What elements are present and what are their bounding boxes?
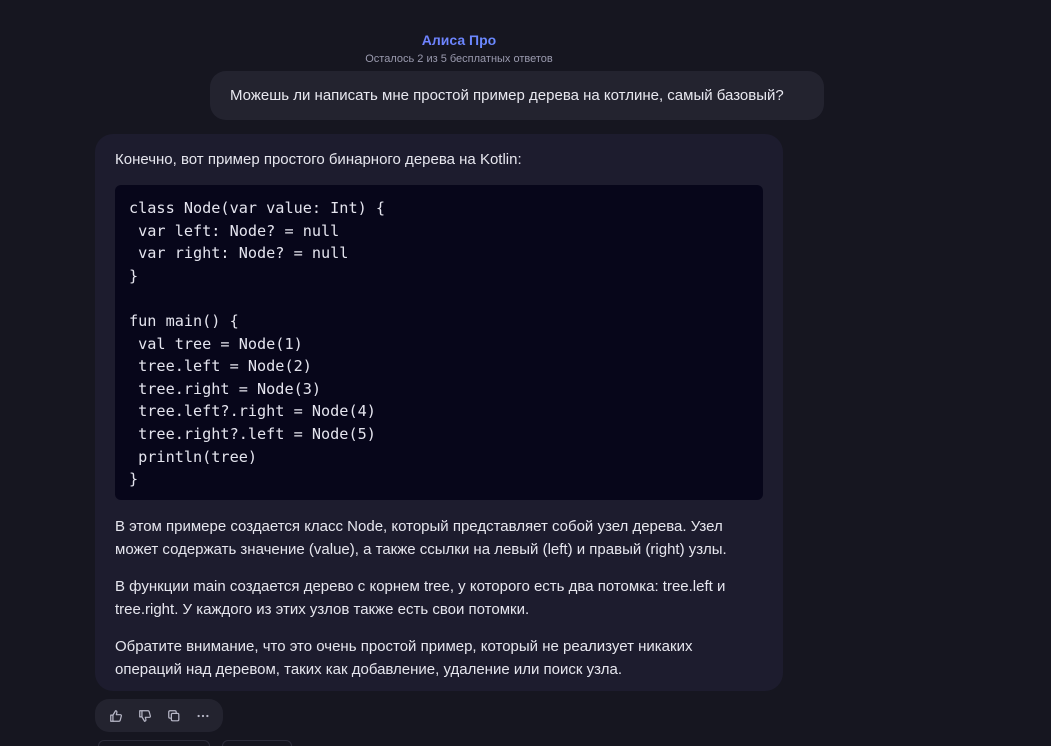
dislike-button[interactable]: [133, 704, 157, 728]
suggestion-chip[interactable]: [98, 740, 210, 746]
chat-header: Алиса Про Осталось 2 из 5 бесплатных отв…: [0, 30, 918, 66]
copy-button[interactable]: [162, 704, 186, 728]
suggestion-chip[interactable]: [222, 740, 292, 746]
assistant-paragraph-3: Обратите внимание, что это очень простой…: [115, 638, 693, 678]
assistant-paragraph-1: В этом примере создается класс Node, кот…: [115, 518, 727, 558]
more-button[interactable]: [191, 704, 215, 728]
more-icon: [196, 714, 209, 717]
thumbs-down-icon: [138, 709, 151, 722]
message-actions-bar: [95, 699, 223, 732]
quota-info: Осталось 2 из 5 бесплатных ответов: [365, 53, 553, 65]
thumbs-up-icon: [109, 709, 122, 722]
assistant-paragraph-2: В функции main создается дерево с корнем…: [115, 578, 726, 618]
assistant-intro-text: Конечно, вот пример простого бинарного д…: [115, 151, 522, 168]
chat-page: Алиса Про Осталось 2 из 5 бесплатных отв…: [0, 0, 1051, 746]
code-block[interactable]: class Node(var value: Int) { var left: N…: [115, 185, 763, 500]
copy-icon: [167, 709, 179, 721]
assistant-message-bubble: Конечно, вот пример простого бинарного д…: [95, 134, 783, 691]
user-message-bubble: Можешь ли написать мне простой пример де…: [210, 71, 824, 120]
brand-title[interactable]: Алиса Про: [0, 30, 918, 50]
code-content: class Node(var value: Int) { var left: N…: [129, 199, 386, 489]
like-button[interactable]: [104, 704, 128, 728]
